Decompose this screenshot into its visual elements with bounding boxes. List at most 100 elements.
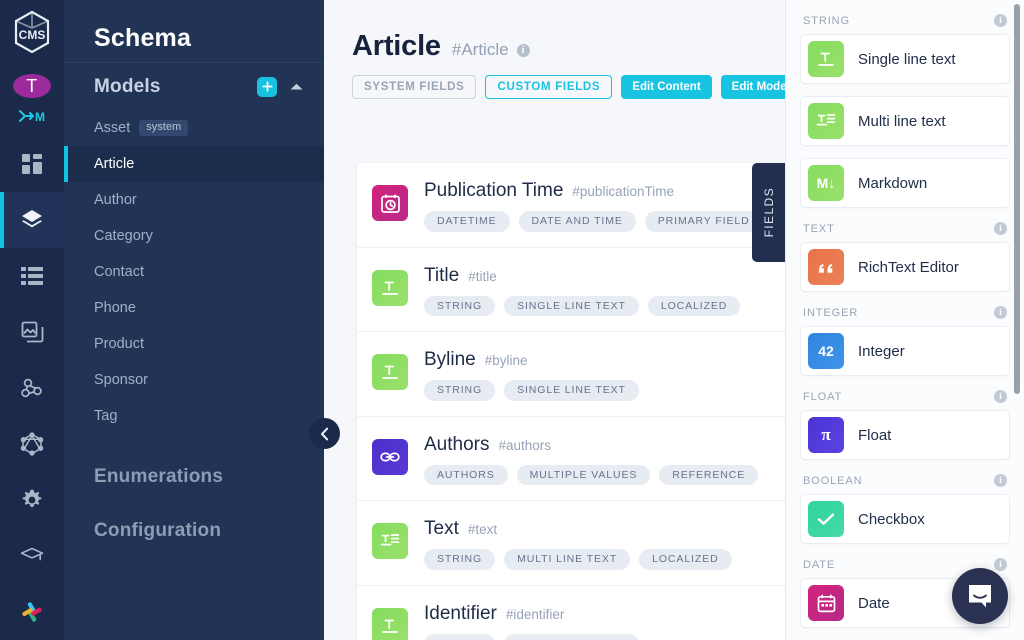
info-icon[interactable]: i (994, 306, 1007, 319)
panel-scrollbar[interactable] (1014, 4, 1020, 636)
group-header-boolean: BOOLEAN i (800, 460, 1010, 494)
field-name-row: Text #text (424, 518, 785, 540)
cms-cube-logo-icon[interactable]: CMS (10, 10, 54, 54)
field-tag: MULTIPLE VALUES (516, 464, 651, 485)
rail-item-content[interactable] (0, 248, 64, 304)
field-tag-row: STRING SINGLE LINE TEXT LOCALIZED (424, 295, 785, 316)
system-badge: system (139, 120, 189, 136)
rail-item-graphql[interactable] (0, 416, 64, 472)
field-tag: STRING (424, 633, 496, 640)
model-item-article[interactable]: Article (64, 146, 324, 182)
info-icon[interactable]: i (994, 222, 1007, 235)
edit-model-button[interactable]: Edit Model (720, 75, 785, 99)
panel-scrollbar-thumb[interactable] (1014, 4, 1020, 394)
add-model-button[interactable] (257, 76, 277, 97)
field-tag: AUTHORS (424, 464, 508, 485)
field-name: Publication Time (424, 180, 564, 201)
group-title: FLOAT (803, 390, 843, 403)
group-header-string: STRING i (800, 0, 1010, 34)
model-item-product[interactable]: Product (64, 326, 324, 362)
avatar-initial: T (26, 75, 38, 96)
single-line-text-icon (808, 41, 844, 77)
collapse-sidebar-button[interactable] (309, 418, 340, 449)
field-type-richtext-editor[interactable]: RichText Editor (800, 242, 1010, 292)
custom-fields-button[interactable]: CUSTOM FIELDS (485, 75, 613, 99)
model-item-category[interactable]: Category (64, 218, 324, 254)
model-item-sponsor[interactable]: Sponsor (64, 362, 324, 398)
link-icon (372, 438, 408, 475)
field-body: Byline #byline STRING SINGLE LINE TEXT (424, 349, 785, 401)
main-content: Article #Article i SYSTEM FIELDS CUSTOM … (324, 0, 785, 640)
field-row[interactable]: Text #text STRING MULTI LINE TEXT LOCALI… (357, 501, 785, 586)
field-type-multi-line-text[interactable]: Multi line text (800, 96, 1010, 146)
edit-content-button[interactable]: Edit Content (621, 75, 712, 99)
rail-item-webhooks[interactable] (0, 360, 64, 416)
field-row[interactable]: Title #title STRING SINGLE LINE TEXT LOC… (357, 248, 785, 332)
info-icon[interactable]: i (994, 390, 1007, 403)
model-item-author[interactable]: Author (64, 182, 324, 218)
field-types-panel: STRING i Single line text Multi line tex… (785, 0, 1024, 640)
info-icon[interactable]: i (994, 474, 1007, 487)
models-section-header: Models (64, 62, 324, 110)
page-api-id: #Article (451, 40, 509, 59)
app-root: CMS T M Schema Models Asset system Artic… (0, 0, 1024, 640)
avatar[interactable]: T (13, 74, 51, 98)
model-item-phone[interactable]: Phone (64, 290, 324, 326)
field-name: Byline (424, 349, 476, 370)
chat-bubble-icon[interactable] (952, 568, 1008, 624)
rail-item-assets[interactable] (0, 304, 64, 360)
rail-item-schema[interactable] (0, 192, 64, 248)
calendar-icon (808, 585, 844, 621)
svg-text:CMS: CMS (19, 28, 46, 42)
single-line-text-icon (372, 269, 408, 306)
field-row[interactable]: Authors #authors AUTHORS MULTIPLE VALUES… (357, 417, 785, 501)
rail-item-settings[interactable] (0, 472, 64, 528)
field-type-float[interactable]: π Float (800, 410, 1010, 460)
field-type-label: Single line text (858, 50, 956, 68)
migration-icon[interactable]: M (18, 108, 46, 124)
model-item-label: Category (94, 228, 153, 244)
field-tag: LOCALIZED (639, 549, 732, 570)
fields-panel-tab[interactable]: FIELDS (752, 163, 785, 262)
model-item-tag[interactable]: Tag (64, 398, 324, 434)
quote-icon (808, 249, 844, 285)
page-title: Article (352, 30, 441, 62)
rail-item-slack[interactable] (0, 584, 64, 640)
info-icon[interactable]: i (516, 44, 530, 57)
field-type-markdown[interactable]: M↓ Markdown (800, 158, 1010, 208)
field-row[interactable]: Publication Time #publicationTime DATETI… (357, 163, 785, 248)
rail-items (0, 136, 64, 640)
field-tag-row: STRING SINGLE LINE TEXT (424, 380, 785, 401)
group-title: DATE (803, 558, 836, 571)
fields-tab-label: FIELDS (761, 187, 776, 238)
number-42-icon: 42 (808, 333, 844, 369)
field-row[interactable]: Identifier #identifier STRING SINGLE LIN… (357, 586, 785, 640)
configuration-section[interactable]: Configuration (64, 520, 324, 542)
field-type-integer[interactable]: 42 Integer (800, 326, 1010, 376)
model-item-label: Author (94, 192, 137, 208)
field-type-label: Float (858, 426, 892, 444)
field-tag: REFERENCE (659, 464, 759, 485)
info-icon[interactable]: i (994, 14, 1007, 27)
collapse-models-chevron-up-icon[interactable] (289, 82, 304, 91)
rail-item-learn[interactable] (0, 528, 64, 584)
field-tag: PRIMARY FIELD (644, 211, 763, 232)
model-item-label: Contact (94, 264, 144, 280)
field-api-id: #text (467, 522, 498, 537)
page-title-row: Article #Article i (352, 30, 785, 63)
model-item-asset[interactable]: Asset system (64, 110, 324, 146)
markdown-glyph: M↓ (816, 175, 836, 191)
enumerations-section[interactable]: Enumerations (64, 466, 324, 488)
model-list: Asset system Article Author Category Con… (64, 110, 324, 434)
rail-item-dashboard[interactable] (0, 136, 64, 192)
field-tag-row: AUTHORS MULTIPLE VALUES REFERENCE (424, 464, 785, 485)
model-item-contact[interactable]: Contact (64, 254, 324, 290)
field-row[interactable]: Byline #byline STRING SINGLE LINE TEXT (357, 332, 785, 417)
system-fields-button[interactable]: SYSTEM FIELDS (352, 75, 477, 99)
field-type-checkbox[interactable]: Checkbox (800, 494, 1010, 544)
field-body: Publication Time #publicationTime DATETI… (424, 180, 785, 232)
field-type-single-line-text[interactable]: Single line text (800, 34, 1010, 84)
info-icon[interactable]: i (994, 558, 1007, 571)
icon-rail: CMS T M (0, 0, 64, 640)
field-type-label: Integer (858, 342, 905, 360)
